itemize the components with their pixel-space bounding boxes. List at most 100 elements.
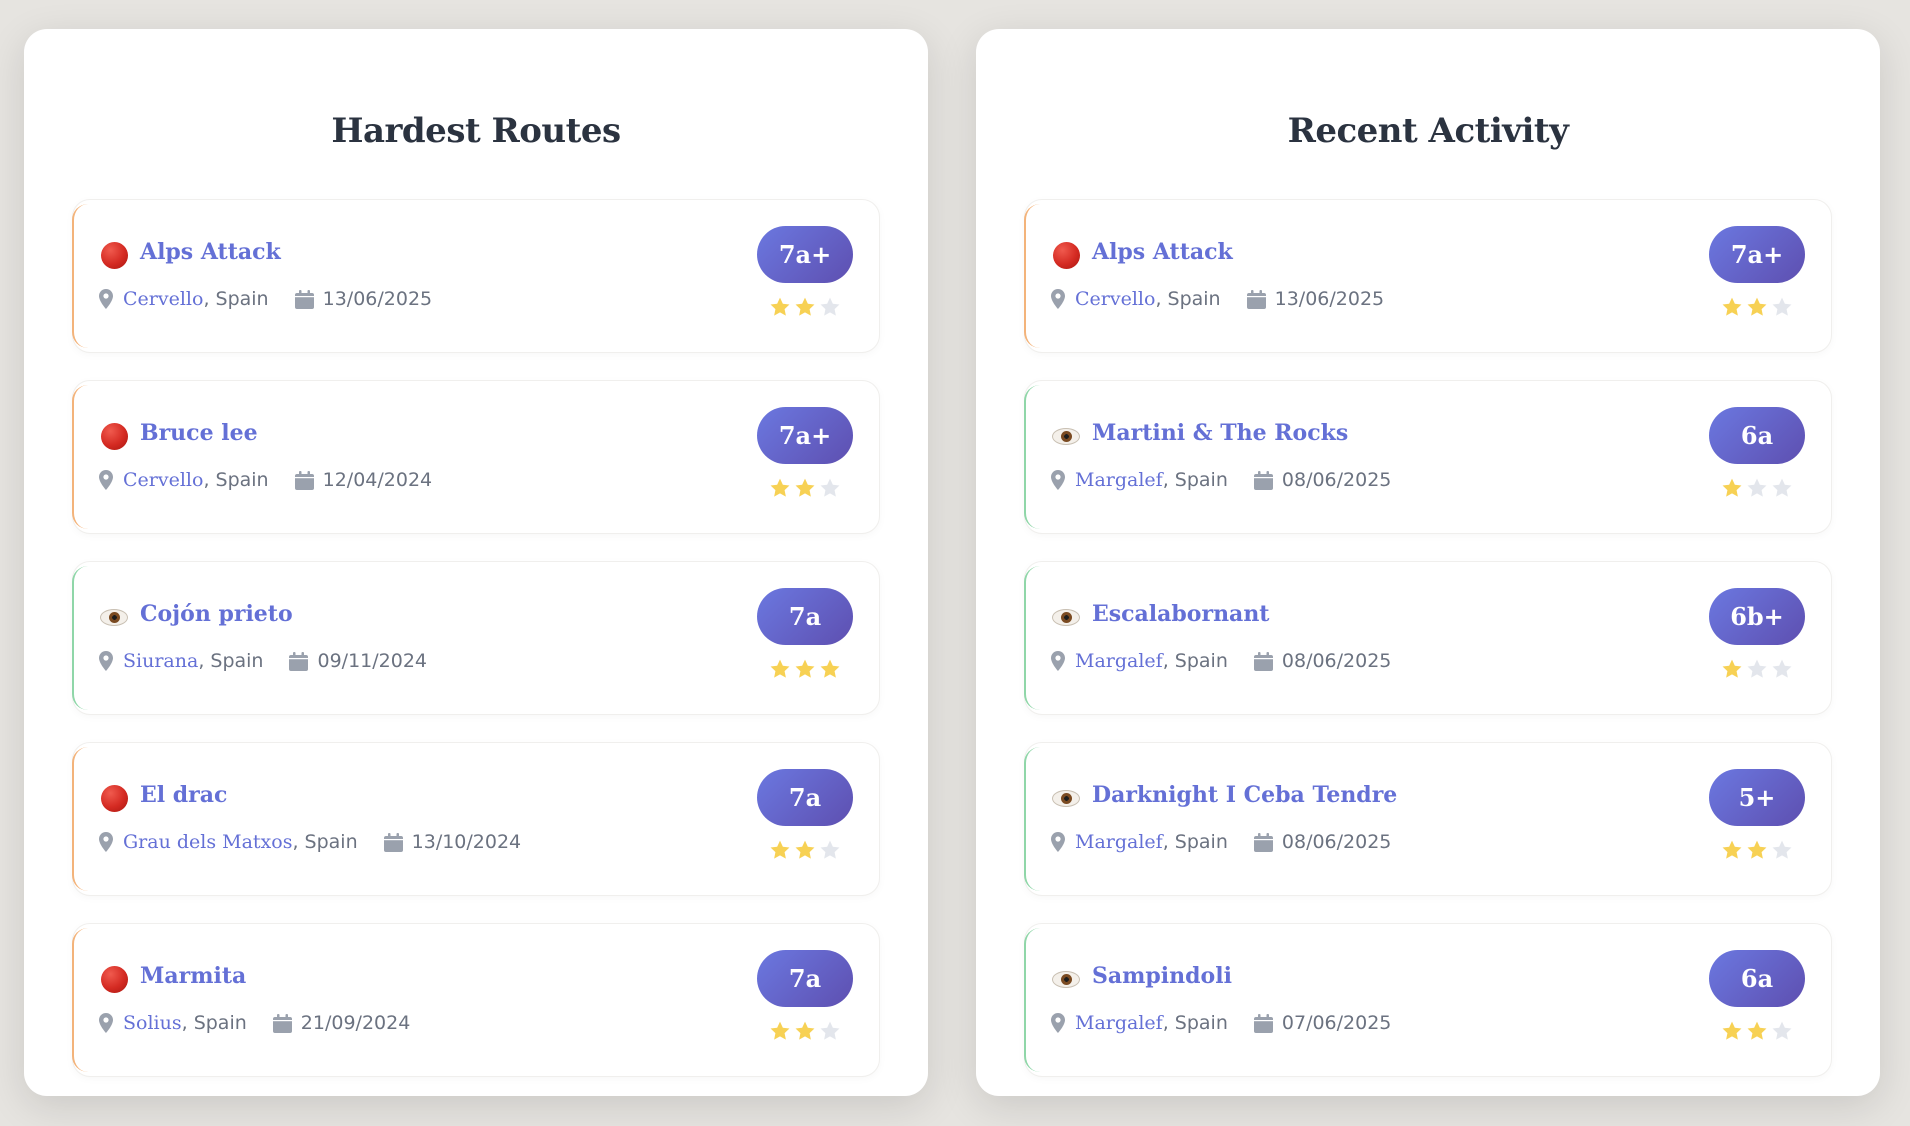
grade-badge: 6b+ bbox=[1709, 588, 1805, 645]
red-dot-icon bbox=[1051, 240, 1081, 270]
country-label: , Spain bbox=[1155, 288, 1221, 310]
grade-badge: 7a bbox=[757, 588, 853, 645]
route-card[interactable]: El drac Grau dels Matxos, Spain 13/10/2024… bbox=[72, 742, 880, 896]
star-rating bbox=[1721, 296, 1793, 318]
star-empty-icon bbox=[1771, 658, 1793, 680]
country-label: , Spain bbox=[181, 1012, 247, 1034]
red-dot-icon bbox=[99, 240, 129, 270]
route-card[interactable]: Bruce lee Cervello, Spain 12/04/2024 7a+ bbox=[72, 380, 880, 534]
recent-activity-panel: Recent Activity Alps Attack Cervello, Spa… bbox=[976, 29, 1880, 1096]
route-card[interactable]: Escalabornant Margalef, Spain 08/06/2025 6b… bbox=[1024, 561, 1832, 715]
route-name-link[interactable]: Alps Attack bbox=[140, 239, 281, 265]
star-empty-icon bbox=[819, 296, 841, 318]
hardest-routes-panel: Hardest Routes Alps Attack Cervello, Spai… bbox=[24, 29, 928, 1096]
ascent-date: 09/11/2024 bbox=[317, 650, 427, 672]
route-name-link[interactable]: Bruce lee bbox=[140, 420, 258, 446]
location-pin-icon bbox=[1051, 832, 1065, 852]
route-name-link[interactable]: Darknight I Ceba Tendre bbox=[1092, 782, 1397, 808]
route-meta: Cervello, Spain 12/04/2024 bbox=[99, 469, 432, 491]
grade-badge: 7a+ bbox=[757, 226, 853, 283]
ascent-date: 07/06/2025 bbox=[1281, 1012, 1392, 1034]
crag-link[interactable]: Margalef bbox=[1075, 469, 1163, 491]
ascent-date: 08/06/2025 bbox=[1281, 469, 1392, 491]
ascent-date: 13/06/2025 bbox=[322, 288, 433, 310]
country-label: , Spain bbox=[203, 469, 269, 491]
star-empty-icon bbox=[819, 839, 841, 861]
star-rating bbox=[1721, 1020, 1793, 1042]
star-rating bbox=[1721, 477, 1793, 499]
route-meta: Solius, Spain 21/09/2024 bbox=[99, 1012, 410, 1034]
star-empty-icon bbox=[1771, 296, 1793, 318]
star-filled-icon bbox=[1721, 658, 1743, 680]
country-label: , Spain bbox=[1162, 831, 1228, 853]
route-meta: Cervello, Spain 13/06/2025 bbox=[99, 288, 432, 310]
country-label: , Spain bbox=[1162, 469, 1228, 491]
crag-link[interactable]: Siurana bbox=[123, 650, 198, 672]
star-filled-icon bbox=[769, 296, 791, 318]
route-name-link[interactable]: Marmita bbox=[140, 963, 246, 989]
star-empty-icon bbox=[1746, 658, 1768, 680]
location-pin-icon bbox=[1051, 1013, 1065, 1033]
route-name-link[interactable]: Martini & The Rocks bbox=[1092, 420, 1348, 446]
star-rating bbox=[769, 839, 841, 861]
calendar-icon bbox=[1253, 470, 1273, 490]
location-pin-icon bbox=[1051, 651, 1065, 671]
location-pin-icon bbox=[99, 651, 113, 671]
route-card[interactable]: Alps Attack Cervello, Spain 13/06/2025 7a+ bbox=[72, 199, 880, 353]
country-label: , Spain bbox=[1162, 650, 1228, 672]
crag-link[interactable]: Cervello bbox=[123, 469, 203, 491]
crag-link[interactable]: Margalef bbox=[1075, 1012, 1163, 1034]
country-label: , Spain bbox=[198, 650, 264, 672]
crag-link[interactable]: Cervello bbox=[123, 288, 203, 310]
eye-icon bbox=[1051, 783, 1081, 813]
location-pin-icon bbox=[99, 470, 113, 490]
route-card[interactable]: Darknight I Ceba Tendre Margalef, Spain 08… bbox=[1024, 742, 1832, 896]
star-filled-icon bbox=[769, 658, 791, 680]
route-meta: Cervello, Spain 13/06/2025 bbox=[1051, 288, 1384, 310]
route-card[interactable]: Martini & The Rocks Margalef, Spain 08/06/… bbox=[1024, 380, 1832, 534]
grade-badge: 6a bbox=[1709, 407, 1805, 464]
star-empty-icon bbox=[819, 477, 841, 499]
star-filled-icon bbox=[1746, 296, 1768, 318]
eye-icon bbox=[99, 602, 129, 632]
ascent-date: 21/09/2024 bbox=[300, 1012, 411, 1034]
country-label: , Spain bbox=[1162, 1012, 1228, 1034]
ascent-date: 12/04/2024 bbox=[322, 469, 433, 491]
star-filled-icon bbox=[1721, 1020, 1743, 1042]
star-rating bbox=[1721, 839, 1793, 861]
calendar-icon bbox=[383, 832, 403, 852]
grade-badge: 6a bbox=[1709, 950, 1805, 1007]
red-dot-icon bbox=[99, 783, 129, 813]
star-rating bbox=[769, 477, 841, 499]
crag-link[interactable]: Margalef bbox=[1075, 650, 1163, 672]
star-rating bbox=[769, 658, 841, 680]
route-name-link[interactable]: Escalabornant bbox=[1092, 601, 1269, 627]
route-name-link[interactable]: Cojón prieto bbox=[140, 601, 293, 627]
route-card[interactable]: Cojón prieto Siurana, Spain 09/11/2024 7a bbox=[72, 561, 880, 715]
crag-link[interactable]: Margalef bbox=[1075, 831, 1163, 853]
star-filled-icon bbox=[1721, 839, 1743, 861]
route-name-link[interactable]: Sampindoli bbox=[1092, 963, 1232, 989]
crag-link[interactable]: Grau dels Matxos bbox=[123, 831, 292, 853]
route-name-link[interactable]: Alps Attack bbox=[1092, 239, 1233, 265]
location-pin-icon bbox=[1051, 289, 1065, 309]
route-card[interactable]: Alps Attack Cervello, Spain 13/06/2025 7a+ bbox=[1024, 199, 1832, 353]
route-card[interactable]: Marmita Solius, Spain 21/09/2024 7a bbox=[72, 923, 880, 1077]
crag-link[interactable]: Solius bbox=[123, 1012, 182, 1034]
panel-title: Hardest Routes bbox=[331, 111, 621, 151]
grade-badge: 5+ bbox=[1709, 769, 1805, 826]
country-label: , Spain bbox=[292, 831, 358, 853]
star-filled-icon bbox=[819, 658, 841, 680]
crag-link[interactable]: Cervello bbox=[1075, 288, 1155, 310]
eye-icon bbox=[1051, 421, 1081, 451]
star-rating bbox=[769, 1020, 841, 1042]
calendar-icon bbox=[1253, 651, 1273, 671]
route-name-link[interactable]: El drac bbox=[140, 782, 227, 808]
star-empty-icon bbox=[1771, 477, 1793, 499]
grade-badge: 7a bbox=[757, 950, 853, 1007]
star-filled-icon bbox=[794, 477, 816, 499]
star-empty-icon bbox=[819, 1020, 841, 1042]
route-card[interactable]: Sampindoli Margalef, Spain 07/06/2025 6a bbox=[1024, 923, 1832, 1077]
star-empty-icon bbox=[1771, 1020, 1793, 1042]
calendar-icon bbox=[272, 1013, 292, 1033]
